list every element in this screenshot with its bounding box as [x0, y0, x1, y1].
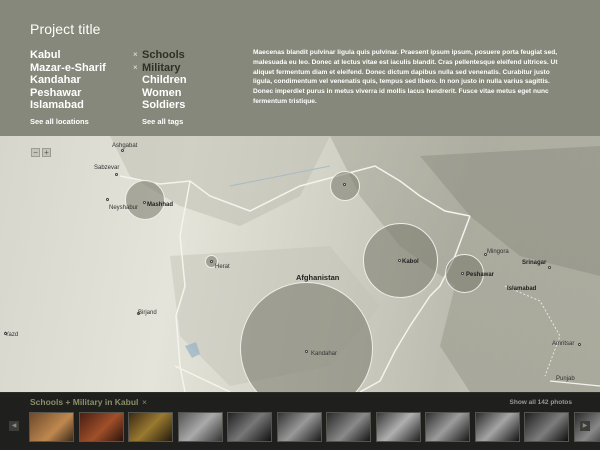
city-dot	[343, 183, 346, 186]
city-label-neyshabur: Neyshabur	[109, 205, 139, 211]
city-label-mashhad: Mashhad	[147, 202, 174, 208]
city-label-birjand: Birjand	[138, 310, 157, 316]
country-label-afghanistan: Afghanistan	[296, 273, 340, 282]
photo-thumbnail[interactable]	[128, 412, 173, 442]
photo-thumbnail[interactable]	[78, 412, 124, 442]
photo-thumbnail[interactable]	[425, 412, 470, 442]
city-dot	[143, 201, 146, 204]
tag-label: Soldiers	[142, 99, 186, 111]
city-label-peshawar: Peshawar	[466, 272, 495, 278]
location-list: Kabul Mazar-e-Sharif Kandahar Peshawar I…	[30, 49, 106, 126]
remove-tag-icon[interactable]: ×	[133, 49, 138, 62]
photo-thumbnail[interactable]	[375, 412, 421, 442]
location-item-mazar-e-sharif[interactable]: Mazar-e-Sharif	[30, 62, 106, 75]
tag-label: Women	[142, 86, 182, 99]
city-label-punjab: Punjab	[556, 376, 575, 382]
header-panel: Project title Kabul Mazar-e-Sharif Kanda…	[0, 0, 600, 136]
page-title: Project title	[30, 21, 101, 37]
location-item-islamabad[interactable]: Islamabad	[30, 99, 106, 112]
photo-thumbnail[interactable]	[524, 412, 569, 442]
location-item-kandahar[interactable]: Kandahar	[30, 74, 106, 87]
city-label-yazd: Yazd	[5, 332, 19, 338]
tag-item-schools[interactable]: × Schools	[133, 49, 187, 62]
map-view[interactable]: − + Ashgabat Sabzevar Neyshabur Mashhad …	[0, 136, 600, 392]
map-bubble-mazar-e-sharif[interactable]	[330, 171, 360, 201]
photo-thumbnail[interactable]	[227, 412, 272, 442]
city-label-sabzevar: Sabzevar	[94, 165, 120, 171]
map-bubble-mashhad[interactable]	[125, 180, 165, 220]
remove-tag-icon[interactable]: ×	[133, 62, 138, 75]
location-item-peshawar[interactable]: Peshawar	[30, 87, 106, 100]
next-arrow-icon[interactable]: ▶	[580, 421, 590, 431]
tag-label: Military	[142, 61, 181, 74]
location-item-kabul[interactable]: Kabul	[30, 49, 106, 62]
city-label-islamabad: Islamabad	[507, 286, 537, 292]
project-description: Maecenas blandit pulvinar ligula quis pu…	[253, 49, 558, 105]
city-label-srinagar: Srinagar	[522, 260, 547, 266]
tag-item-children[interactable]: Children	[133, 74, 187, 87]
tag-list: × Schools × Military Children Women Sold…	[133, 49, 187, 126]
photo-strip: Schools + Military in Kabul × Show all 1…	[0, 392, 600, 450]
close-gallery-icon[interactable]: ×	[142, 397, 147, 407]
see-all-tags-link[interactable]: See all tags	[133, 117, 187, 126]
city-dot	[578, 343, 581, 346]
zoom-in-button[interactable]: +	[42, 148, 51, 157]
city-label-kandahar: Kandahar	[311, 351, 338, 357]
photo-thumbnail[interactable]	[326, 412, 371, 442]
city-label-amritsar: Amritsar	[552, 341, 575, 347]
tag-item-military[interactable]: × Military	[133, 62, 187, 75]
show-all-photos-link[interactable]: Show all 142 photos	[510, 399, 572, 406]
city-label-herat: Herat	[215, 264, 230, 270]
see-all-locations-link[interactable]: See all locations	[30, 117, 106, 126]
city-dot	[548, 266, 551, 269]
tag-item-women[interactable]: Women	[133, 87, 187, 100]
photo-thumbnail[interactable]	[29, 412, 74, 442]
prev-arrow-icon[interactable]: ◀	[9, 421, 19, 431]
tag-label: Children	[142, 74, 187, 86]
tag-item-soldiers[interactable]: Soldiers	[133, 99, 187, 112]
city-label-kabol: Kabol	[402, 259, 419, 265]
photo-thumbnail[interactable]	[177, 412, 223, 442]
city-dot	[305, 350, 308, 353]
city-dot	[398, 259, 401, 262]
city-dot	[461, 272, 464, 275]
city-dot	[210, 260, 213, 263]
zoom-out-button[interactable]: −	[31, 148, 40, 157]
tag-label: Schools	[142, 49, 185, 61]
city-label-ashgabat: Ashgabat	[112, 143, 138, 149]
gallery-title: Schools + Military in Kabul	[30, 397, 139, 407]
photo-thumbnail[interactable]	[276, 412, 322, 442]
city-label-mingora: Mingora	[487, 249, 509, 255]
photo-thumbnail[interactable]	[474, 412, 520, 442]
city-dot	[115, 173, 118, 176]
city-dot	[106, 198, 109, 201]
